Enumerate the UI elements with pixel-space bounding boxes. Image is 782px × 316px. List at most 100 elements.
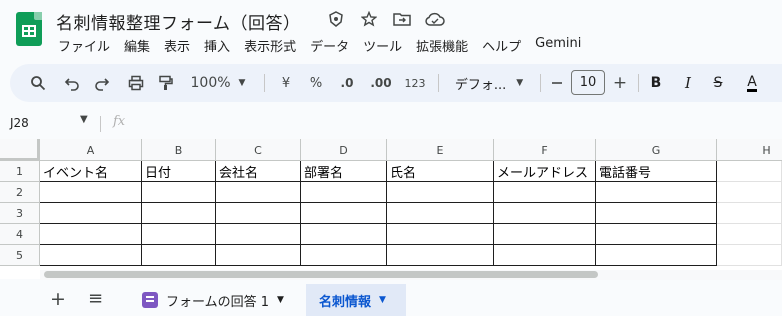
table-cell[interactable] <box>216 203 301 224</box>
row-header-3[interactable]: 3 <box>0 203 40 224</box>
cell-f1[interactable]: メールアドレス <box>494 161 596 182</box>
print-icon[interactable] <box>124 64 148 102</box>
table-cell[interactable] <box>142 224 216 245</box>
all-sheets-button[interactable]: ≡ <box>88 288 103 309</box>
table-cell[interactable] <box>142 203 216 224</box>
add-sheet-button[interactable]: + <box>50 288 66 310</box>
decrease-font-size-button[interactable] <box>548 64 566 102</box>
table-cell[interactable] <box>40 182 142 203</box>
table-cell[interactable] <box>387 245 494 266</box>
column-header-a[interactable]: A <box>40 139 142 161</box>
table-cell[interactable] <box>717 245 782 266</box>
percent-button[interactable]: % <box>306 64 326 102</box>
zoom-select[interactable]: 100% ▼ <box>188 64 248 102</box>
increase-font-size-button[interactable]: + <box>610 64 630 102</box>
select-all-corner[interactable] <box>0 139 40 161</box>
menu-extensions[interactable]: 拡張機能 <box>416 36 468 55</box>
column-header-e[interactable]: E <box>387 139 494 161</box>
table-cell[interactable] <box>387 224 494 245</box>
table-cell[interactable] <box>301 245 387 266</box>
paint-format-icon[interactable] <box>154 64 178 102</box>
chevron-down-icon[interactable]: ▼ <box>277 295 284 305</box>
column-header-h[interactable]: H <box>717 139 782 161</box>
spreadsheet-grid[interactable]: A B C D E F G H 1 2 3 4 5 イベント名 日付 会社名 部… <box>0 139 782 279</box>
menu-insert[interactable]: 挿入 <box>204 36 230 55</box>
row-header-1[interactable]: 1 <box>0 161 40 182</box>
row-header-4[interactable]: 4 <box>0 224 40 245</box>
table-cell[interactable] <box>301 203 387 224</box>
cell-g1[interactable]: 電話番号 <box>596 161 717 182</box>
menu-gemini[interactable]: Gemini <box>535 36 581 55</box>
sheets-app: 名刺情報整理フォーム（回答） ファイル 編集 表示 挿入 表示形式 データ ツー… <box>0 0 782 316</box>
table-cell[interactable] <box>387 203 494 224</box>
menu-help[interactable]: ヘルプ <box>482 36 521 55</box>
table-cell[interactable] <box>216 224 301 245</box>
cell-h1[interactable] <box>717 161 782 182</box>
move-folder-icon[interactable] <box>392 9 412 29</box>
menu-file[interactable]: ファイル <box>58 36 110 55</box>
table-cell[interactable] <box>596 224 717 245</box>
star-icon[interactable] <box>359 9 379 29</box>
currency-button[interactable]: ¥ <box>276 64 296 102</box>
table-cell[interactable] <box>301 182 387 203</box>
table-cell[interactable] <box>142 182 216 203</box>
column-header-d[interactable]: D <box>301 139 387 161</box>
cell-c1[interactable]: 会社名 <box>216 161 301 182</box>
cell-a1[interactable]: イベント名 <box>40 161 142 182</box>
table-cell[interactable] <box>387 182 494 203</box>
decrease-decimal-button[interactable]: .0 <box>334 64 360 102</box>
menu-data[interactable]: データ <box>310 36 349 55</box>
table-cell[interactable] <box>596 245 717 266</box>
table-cell[interactable] <box>142 245 216 266</box>
table-cell[interactable] <box>40 203 142 224</box>
menu-tools[interactable]: ツール <box>363 36 402 55</box>
menu-edit[interactable]: 編集 <box>124 36 150 55</box>
table-cell[interactable] <box>596 182 717 203</box>
bold-button[interactable]: B <box>646 64 666 102</box>
text-color-button[interactable]: A <box>740 64 764 102</box>
column-header-c[interactable]: C <box>216 139 301 161</box>
cell-e1[interactable]: 氏名 <box>387 161 494 182</box>
table-cell[interactable] <box>717 203 782 224</box>
hide-icon[interactable] <box>326 9 346 29</box>
table-cell[interactable] <box>216 182 301 203</box>
cloud-saved-icon[interactable] <box>425 9 445 29</box>
name-box[interactable]: J28 <box>10 116 29 130</box>
undo-icon[interactable] <box>60 64 84 102</box>
table-cell[interactable] <box>40 224 142 245</box>
sheets-logo-icon[interactable] <box>16 12 42 46</box>
number-format-button[interactable]: 123 <box>402 64 428 102</box>
increase-decimal-button[interactable]: .00 <box>366 64 396 102</box>
sheet-tab-form-responses[interactable]: フォームの回答 1 ▼ <box>134 284 304 316</box>
row-header-2[interactable]: 2 <box>0 182 40 203</box>
document-title[interactable]: 名刺情報整理フォーム（回答） <box>56 9 301 34</box>
sheet-tab-business-card[interactable]: 名刺情報 ▼ <box>306 284 406 316</box>
table-cell[interactable] <box>301 224 387 245</box>
row-header-5[interactable]: 5 <box>0 245 40 266</box>
cell-b1[interactable]: 日付 <box>142 161 216 182</box>
table-cell[interactable] <box>494 182 596 203</box>
table-cell[interactable] <box>494 224 596 245</box>
table-cell[interactable] <box>717 224 782 245</box>
column-header-f[interactable]: F <box>494 139 596 161</box>
table-cell[interactable] <box>216 245 301 266</box>
menu-view[interactable]: 表示 <box>164 36 190 55</box>
table-cell[interactable] <box>40 245 142 266</box>
font-size-input[interactable]: 10 <box>571 70 605 95</box>
table-cell[interactable] <box>494 203 596 224</box>
italic-button[interactable]: I <box>678 64 698 102</box>
chevron-down-icon[interactable]: ▼ <box>80 114 88 125</box>
column-header-g[interactable]: G <box>596 139 717 161</box>
strikethrough-button[interactable]: S <box>708 64 728 102</box>
redo-icon[interactable] <box>90 64 114 102</box>
table-cell[interactable] <box>717 182 782 203</box>
menu-format[interactable]: 表示形式 <box>244 36 296 55</box>
horizontal-scrollbar-thumb[interactable] <box>44 271 598 278</box>
cell-d1[interactable]: 部署名 <box>301 161 387 182</box>
column-header-b[interactable]: B <box>142 139 216 161</box>
font-family-select[interactable]: デフォ... ▼ <box>448 64 530 102</box>
chevron-down-icon[interactable]: ▼ <box>379 295 386 305</box>
table-cell[interactable] <box>494 245 596 266</box>
table-cell[interactable] <box>596 203 717 224</box>
search-menus-icon[interactable] <box>26 64 50 102</box>
